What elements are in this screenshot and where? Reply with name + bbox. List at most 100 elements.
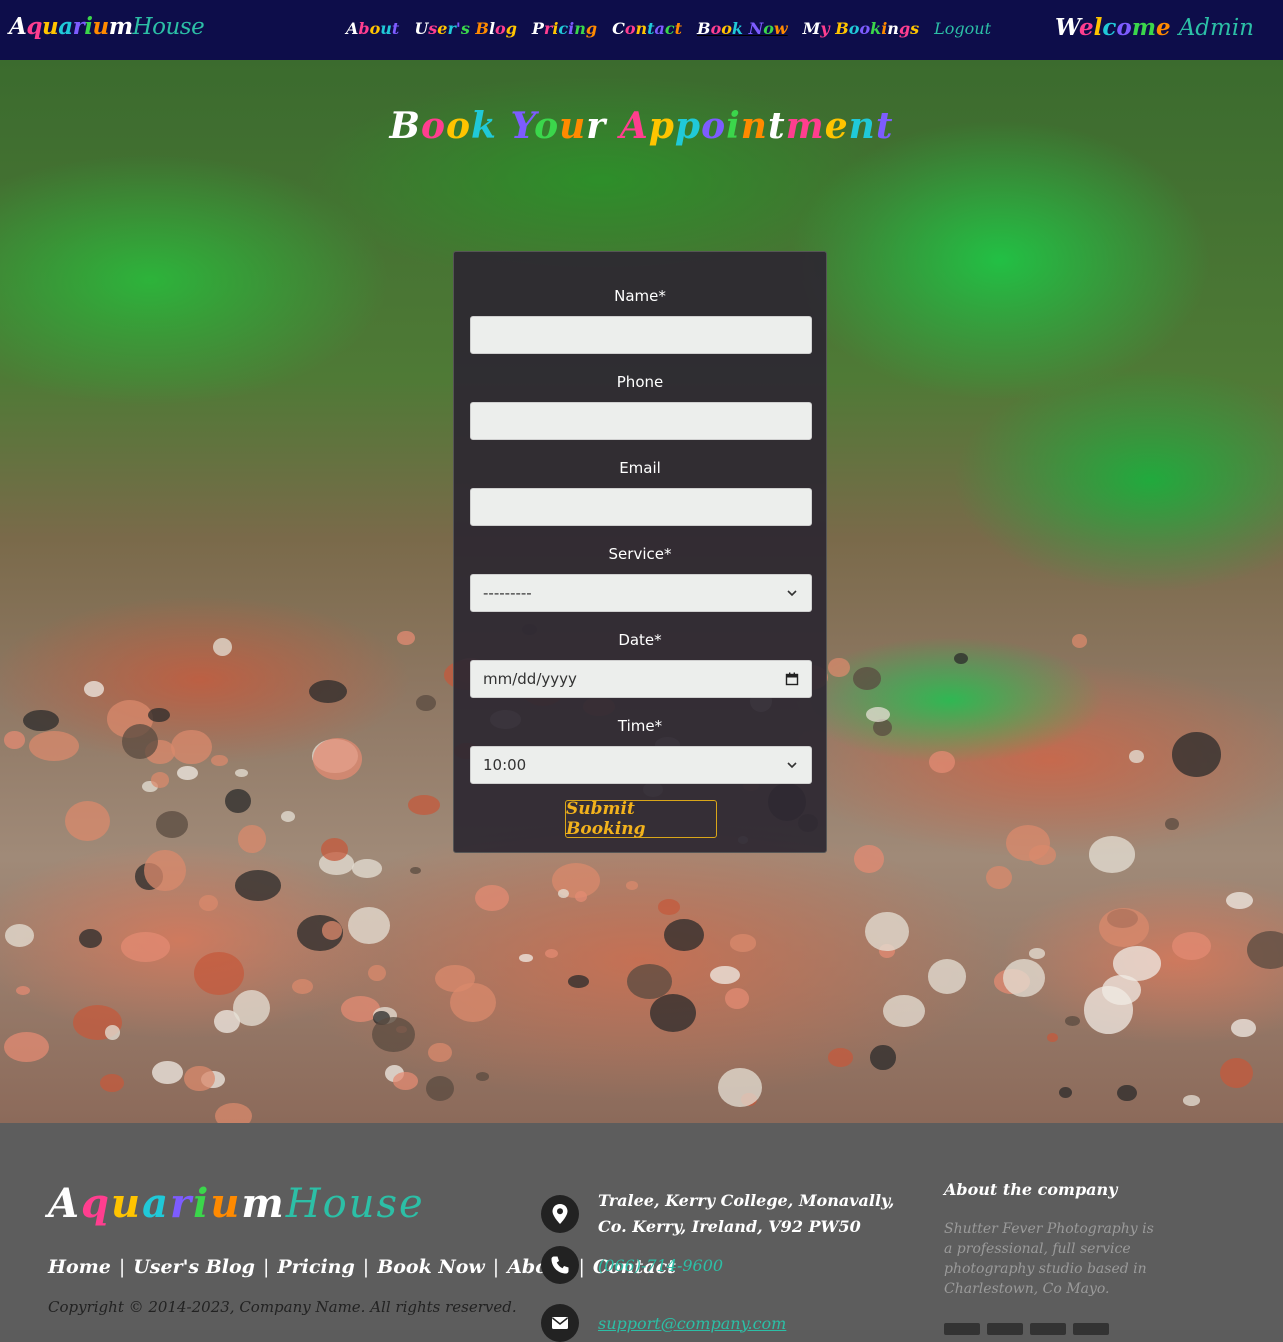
social-icon[interactable] — [1030, 1323, 1066, 1335]
service-select[interactable]: --------- — [470, 574, 812, 612]
pebble — [321, 921, 342, 940]
submit-booking-button[interactable]: Submit Booking — [565, 799, 717, 839]
pebble — [870, 1045, 896, 1070]
pebble — [212, 638, 232, 657]
pebble — [928, 750, 955, 774]
pebble — [29, 731, 80, 762]
footer-divider: | — [492, 1256, 500, 1278]
brand-logo[interactable]: AquariumHouse — [9, 13, 205, 40]
nav-link-pricing[interactable]: Pricing — [532, 19, 597, 38]
pebble — [425, 1075, 454, 1101]
pebble — [407, 795, 440, 815]
pebble — [148, 707, 170, 722]
pebble — [4, 923, 35, 947]
pebble — [1088, 836, 1136, 873]
pebble — [953, 652, 969, 664]
pebble — [883, 995, 925, 1028]
footer-brand-part-2: House — [285, 1181, 425, 1227]
footer-link-users-blog[interactable]: User's Blog — [133, 1256, 255, 1278]
nav-link-contact[interactable]: Contact — [612, 19, 682, 38]
pebble — [199, 894, 219, 912]
nav-link-about[interactable]: About — [346, 19, 399, 38]
pebble — [392, 1072, 419, 1090]
about-company-heading: About the company — [944, 1180, 1118, 1199]
pebble — [16, 985, 30, 995]
pebble — [292, 978, 314, 995]
pebble — [234, 768, 249, 778]
calendar-icon[interactable] — [785, 672, 799, 686]
name-input[interactable] — [470, 316, 812, 354]
pebble — [396, 630, 415, 646]
phone-link[interactable]: (066)-714-9600 — [598, 1256, 723, 1275]
pebble — [372, 1016, 415, 1052]
pebble — [1117, 1084, 1137, 1101]
footer-link-pricing[interactable]: Pricing — [277, 1256, 354, 1278]
pebble — [368, 965, 386, 982]
pebble — [232, 989, 270, 1026]
welcome-message: Welcome Admin — [1055, 14, 1254, 41]
page-title: Book Your Appointment — [389, 105, 894, 147]
pebble — [1002, 959, 1045, 998]
pebble — [1225, 891, 1254, 910]
pebble — [1072, 634, 1088, 648]
time-select[interactable]: 10:00 — [470, 746, 812, 784]
address-line-1: Tralee, Kerry College, Monavally, — [598, 1191, 895, 1210]
footer-link-home[interactable]: Home — [48, 1256, 111, 1278]
navbar: AquariumHouse About User's Blog Pricing … — [0, 0, 1283, 60]
pebble — [176, 765, 199, 780]
nav-link-book-now[interactable]: Book Now — [697, 19, 788, 38]
pebble — [1028, 947, 1046, 959]
social-icon[interactable] — [1073, 1323, 1109, 1335]
pebble — [281, 811, 296, 822]
pebble — [1058, 1087, 1072, 1099]
time-select-value: 10:00 — [483, 756, 527, 774]
date-input[interactable]: mm/dd/yyyy — [470, 660, 812, 698]
pebble — [854, 844, 885, 874]
pebble — [409, 867, 421, 875]
pebble — [312, 737, 362, 780]
pebble — [544, 948, 559, 959]
pebble — [83, 681, 104, 698]
pebble — [79, 928, 102, 948]
footer-link-book-now[interactable]: Book Now — [377, 1256, 485, 1278]
pebble — [1219, 1057, 1254, 1089]
date-input-value: mm/dd/yyyy — [483, 670, 577, 688]
pebble — [100, 1073, 125, 1092]
booking-form: Name* Phone Email Service* --------- Dat… — [453, 251, 827, 853]
phone-icon — [541, 1246, 579, 1284]
nav-link-logout[interactable]: Logout — [934, 19, 991, 38]
phone-input[interactable] — [470, 402, 812, 440]
nav-link-users-blog[interactable]: User's Blog — [414, 19, 517, 38]
email-input[interactable] — [470, 488, 812, 526]
pebble — [3, 1032, 49, 1063]
email-label: Email — [619, 459, 661, 477]
social-icon[interactable] — [944, 1323, 980, 1335]
pebble — [1064, 1016, 1081, 1026]
pebble — [567, 975, 590, 988]
pebble — [828, 657, 850, 678]
pebble — [1006, 825, 1051, 861]
service-select-value: --------- — [483, 584, 532, 602]
pebble — [151, 772, 170, 788]
social-icon[interactable] — [987, 1323, 1023, 1335]
pebble — [214, 1102, 252, 1123]
welcome-user: Admin — [1178, 15, 1254, 41]
nav-links: About User's Blog Pricing Contact Book N… — [346, 19, 991, 38]
pebble — [348, 906, 390, 944]
pebble — [1231, 1019, 1256, 1037]
pebble — [104, 1024, 121, 1041]
pebble — [4, 731, 26, 749]
nav-link-my-bookings[interactable]: My Bookings — [803, 19, 919, 38]
about-company-text: Shutter Fever Photography is a professio… — [944, 1221, 1154, 1297]
footer-brand[interactable]: AquariumHouse — [48, 1180, 425, 1227]
pebble — [1165, 817, 1180, 831]
pebble — [416, 695, 436, 712]
chevron-down-icon — [787, 590, 797, 597]
pebble — [729, 934, 757, 952]
pebble — [865, 706, 890, 722]
chevron-down-icon — [787, 762, 797, 769]
pebble — [710, 965, 741, 985]
pebble — [22, 709, 60, 732]
envelope-icon — [541, 1304, 579, 1342]
pebble — [664, 918, 704, 952]
